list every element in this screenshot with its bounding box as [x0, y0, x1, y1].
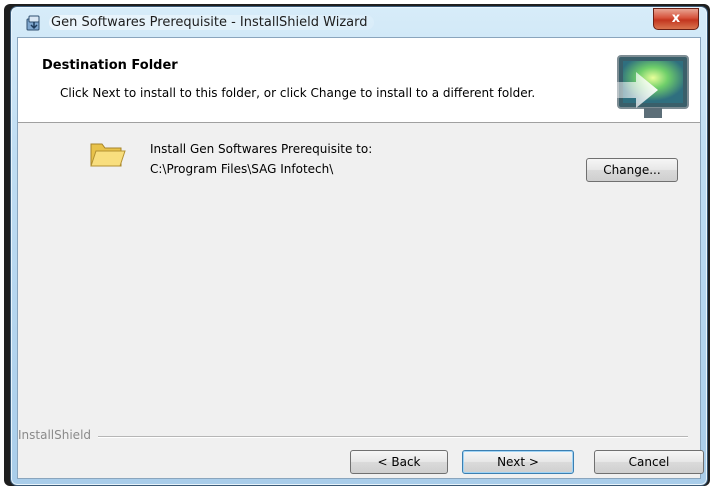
banner-description: Click Next to install to this folder, or… — [60, 86, 536, 100]
monitor-arrow-graphic — [578, 52, 698, 122]
title-bar[interactable]: Gen Softwares Prerequisite - InstallShie… — [11, 7, 707, 37]
close-icon: x — [671, 11, 681, 26]
footer-divider — [98, 436, 688, 438]
banner-title: Destination Folder — [42, 58, 178, 73]
next-button[interactable]: Next > — [462, 450, 574, 474]
install-location-label: Install Gen Softwares Prerequisite to: — [150, 142, 373, 156]
header-banner: Destination Folder Click Next to install… — [18, 38, 700, 123]
cancel-button[interactable]: Cancel — [594, 450, 704, 474]
installer-window: Gen Softwares Prerequisite - InstallShie… — [10, 6, 708, 486]
folder-icon — [88, 138, 126, 170]
install-path-value: C:\Program Files\SAG Infotech\ — [150, 162, 334, 176]
back-button[interactable]: < Back — [350, 450, 448, 474]
close-button[interactable]: x — [653, 8, 699, 30]
change-button[interactable]: Change... — [586, 158, 678, 182]
installer-icon — [25, 14, 43, 32]
dialog-client-area: Destination Folder Click Next to install… — [17, 37, 704, 479]
window-title: Gen Softwares Prerequisite - InstallShie… — [49, 15, 374, 30]
installshield-brand: InstallShield — [18, 428, 98, 442]
